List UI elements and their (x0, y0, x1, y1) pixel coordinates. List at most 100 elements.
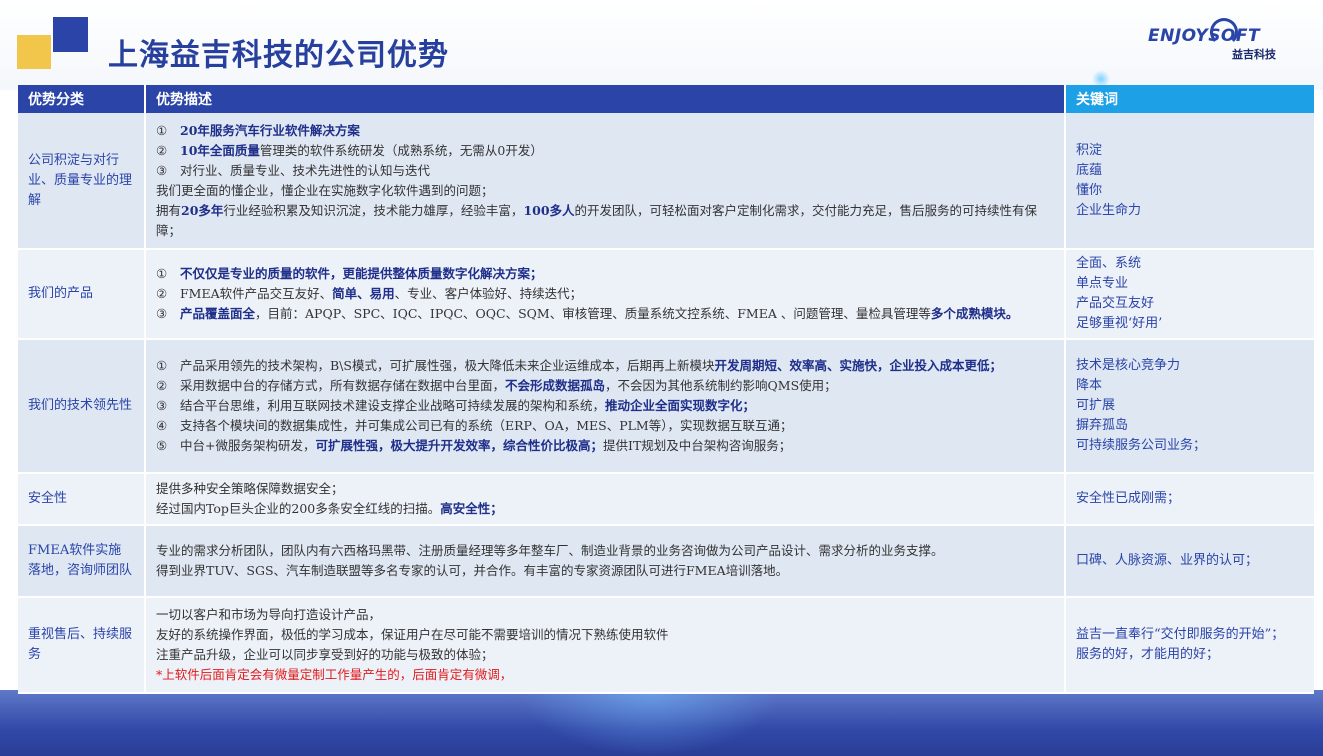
keyword: 单点专业 (1076, 276, 1129, 291)
description-text: ，目前：APQP、SPC、IQC、IPQC、OQC、SQM、审核管理、质量系统文… (255, 306, 931, 321)
advantages-table: 优势分类 优势描述 关键词 公司积淀与对行业、质量专业的理解 ① 20年服务汽车行业… (18, 85, 1314, 694)
highlight-text: 不会形成数据孤岛 (505, 378, 606, 393)
description-line: ② FMEA软件产品交互友好、简单、易用、专业、客户体验好、持续迭代； (156, 284, 1054, 304)
description-text: 提供IT规划及中台架构咨询服务； (603, 438, 792, 453)
description-line: ③ 产品覆盖面全，目前：APQP、SPC、IQC、IPQC、OQC、SQM、审核管… (156, 304, 1054, 324)
keyword: 益吉一直奉行“交付即服务的开始”； (1076, 627, 1285, 642)
keyword: 口碑、人脉资源、业界的认可； (1076, 553, 1259, 568)
description-text: 友好的系统操作界面，极低的学习成本，保证用户在尽可能不需要培训的情况下熟练使用软… (156, 627, 669, 642)
description-text: 管理类的软件系统研发（成熟系统，无需从0开发） (259, 142, 543, 158)
description-text: 支持各个模块间的数据集成性，并可集成公司已有的系统（ERP、OA，MES、PLM… (180, 418, 793, 433)
description-line: 专业的需求分析团队，团队内有六西格玛黑带、注册质量经理等多年整车厂、制造业背景的… (156, 541, 1054, 561)
table-row: 我们的技术领先性 ① 产品采用领先的技术架构，B\S模式，可扩展性强，极大降低未来企… (18, 339, 1314, 474)
keyword: 足够重视‘好用’ (1076, 316, 1163, 331)
keyword: 可持续服务公司业务； (1076, 438, 1207, 453)
description-line: ③ 对行业、质量专业、技术先进性的认知与迭代 (156, 161, 1054, 181)
description-cell: ① 20年服务汽车行业软件解决方案 ② 10年全面质量管理类的软件系统研发（成熟系统，… (145, 113, 1066, 250)
description-cell: 提供多种安全策略保障数据安全； 经过国内Top巨头企业的200多条安全红线的扫描。… (145, 473, 1066, 526)
highlight-text: 100多人 (523, 202, 575, 218)
category-cell: FMEA软件实施落地，咨询师团队 (18, 525, 146, 598)
description-line: 注重产品升级，企业可以同步享受到好的功能与极致的体验； (156, 645, 1054, 665)
list-marker: ② (156, 286, 168, 301)
description-text: 我们更全面的懂企业，懂企业在实施数字化软件遇到的问题； (156, 182, 494, 198)
description-cell: ① 不仅仅是专业的质量的软件，更能提供整体质量数字化解决方案； ② FMEA软件产品交… (145, 249, 1066, 340)
column-header-description: 优势描述 (145, 85, 1066, 113)
description-text: 中台+微服务架构研发， (180, 438, 316, 453)
description-line: 友好的系统操作界面，极低的学习成本，保证用户在尽可能不需要培训的情况下熟练使用软… (156, 625, 1054, 645)
keywords-cell: 安全性已成刚需； (1065, 473, 1314, 526)
highlight-text: 高安全性； (440, 501, 503, 516)
keywords-cell: 口碑、人脉资源、业界的认可； (1065, 525, 1314, 598)
description-text: 结合平台思维，利用互联网技术建设支撑企业战略可持续发展的架构和系统， (180, 398, 606, 413)
highlight-text: 不仅仅是专业的质量的软件，更能提供整体质量数字化解决方案； (180, 266, 543, 281)
highlight-text: 简单、易用 (332, 286, 395, 301)
keywords-cell: 益吉一直奉行“交付即服务的开始”； 服务的好，才能用的好； (1065, 597, 1314, 694)
list-marker: ② (156, 142, 168, 158)
category-cell: 公司积淀与对行业、质量专业的理解 (18, 113, 146, 250)
description-text: FMEA软件产品交互友好、 (180, 286, 333, 301)
highlight-text: 10年全面质量 (180, 142, 260, 158)
description-text: 、专业、客户体验好、持续迭代； (394, 286, 583, 301)
keyword: 积淀 (1076, 142, 1103, 158)
category-cell: 我们的产品 (18, 249, 146, 340)
page-title: 上海益吉科技的公司优势 (108, 38, 449, 73)
description-text: 注重产品升级，企业可以同步享受到好的功能与极致的体验； (156, 647, 494, 662)
description-text: 产品采用领先的技术架构，B\S模式，可扩展性强，极大降低未来企业运维成本，后期再… (180, 358, 715, 373)
highlight-text: 开发周期短、效率高、实施快，企业投入成本更低； (714, 358, 1002, 373)
description-cell: 一切以客户和市场为导向打造设计产品， 友好的系统操作界面，极低的学习成本，保证用户… (145, 597, 1066, 694)
description-line: ⑤ 中台+微服务架构研发，可扩展性强，极大提升开发效率，综合性价比极高；提供IT规… (156, 436, 1054, 456)
decor-square-yellow (17, 35, 51, 69)
list-marker: ⑤ (156, 438, 168, 453)
table-row: 重视售后、持续服务 一切以客户和市场为导向打造设计产品， 友好的系统操作界面，极低的… (18, 597, 1314, 694)
keyword: 安全性已成刚需； (1076, 491, 1181, 506)
keywords-cell: 全面、系统单点专业产品交互友好 足够重视‘好用’ (1065, 249, 1314, 340)
highlight-text: 推动企业全面实现数字化； (605, 398, 756, 413)
decor-square-blue (53, 17, 88, 52)
logo-subtitle: 益吉科技 (1232, 48, 1276, 61)
keyword: 懂你 (1076, 182, 1103, 198)
description-text: 采用数据中台的存储方式，所有数据存储在数据中台里面， (180, 378, 506, 393)
highlight-text: 20年服务汽车行业软件解决方案 (180, 122, 360, 138)
table-row: 我们的产品 ① 不仅仅是专业的质量的软件，更能提供整体质量数字化解决方案； ② FMEA… (18, 249, 1314, 340)
description-text: 行业经验积累及知识沉淀，技术能力雄厚，经验丰富， (223, 202, 524, 218)
description-text: 对行业、质量专业、技术先进性的认知与迭代 (180, 162, 431, 178)
description-line: 提供多种安全策略保障数据安全； (156, 479, 1054, 499)
keyword: 全面、系统 (1076, 256, 1142, 271)
column-header-category: 优势分类 (18, 85, 146, 113)
description-line: ① 不仅仅是专业的质量的软件，更能提供整体质量数字化解决方案； (156, 264, 1054, 284)
description-line: ① 产品采用领先的技术架构，B\S模式，可扩展性强，极大降低未来企业运维成本，后期… (156, 356, 1054, 376)
description-text: 经过国内Top巨头企业的200多条安全红线的扫描。 (156, 501, 441, 516)
keyword: 降本 (1076, 378, 1103, 393)
company-logo: ENJOYSOFT 益吉科技 (1148, 16, 1288, 62)
keyword: 服务的好，才能用的好； (1076, 647, 1220, 662)
description-line: ② 采用数据中台的存储方式，所有数据存储在数据中台里面，不会形成数据孤岛，不会因为… (156, 376, 1054, 396)
list-marker: ① (156, 266, 168, 281)
keyword: 技术是核心竞争力 (1076, 358, 1181, 373)
description-text: ，不会因为其他系统制约影响QMS使用； (605, 378, 837, 393)
table-header-row: 优势分类 优势描述 关键词 (18, 85, 1314, 113)
description-cell: ① 产品采用领先的技术架构，B\S模式，可扩展性强，极大降低未来企业运维成本，后期… (145, 339, 1066, 474)
description-line: 一切以客户和市场为导向打造设计产品， (156, 605, 1054, 625)
keywords-cell: 积淀 底蕴 懂你 企业生命力 (1065, 113, 1314, 250)
list-marker: ③ (156, 306, 168, 321)
highlight-text: 多个成熟模块。 (930, 306, 1019, 321)
list-marker: ② (156, 378, 168, 393)
description-text: 拥有 (156, 202, 182, 218)
keywords-cell: 技术是核心竞争力 降本 可扩展 摒弃孤岛 可持续服务公司业务； (1065, 339, 1314, 474)
description-text: 提供多种安全策略保障数据安全； (156, 481, 344, 496)
category-cell: 我们的技术领先性 (18, 339, 146, 474)
description-line: 得到业界TUV、SGS、汽车制造联盟等多名专家的认可，并合作。有丰富的专家资源团… (156, 561, 1054, 581)
description-line: ④ 支持各个模块间的数据集成性，并可集成公司已有的系统（ERP、OA，MES、PL… (156, 416, 1054, 436)
list-marker: ③ (156, 162, 168, 178)
description-line: 拥有20多年行业经验积累及知识沉淀，技术能力雄厚，经验丰富，100多人的开发团队… (156, 201, 1054, 241)
description-line: ① 20年服务汽车行业软件解决方案 (156, 121, 1054, 141)
highlight-text: 可扩展性强，极大提升开发效率，综合性价比极高； (315, 438, 603, 453)
keyword: 产品交互友好 (1076, 296, 1155, 311)
description-cell: 专业的需求分析团队，团队内有六西格玛黑带、注册质量经理等多年整车厂、制造业背景的… (145, 525, 1066, 598)
description-text: *上软件后面肯定会有微量定制工作量产生的，后面肯定有微调， (156, 667, 513, 682)
list-marker: ① (156, 358, 168, 373)
column-header-keywords: 关键词 (1065, 85, 1314, 113)
description-line: *上软件后面肯定会有微量定制工作量产生的，后面肯定有微调， (156, 665, 1054, 685)
table-row: 公司积淀与对行业、质量专业的理解 ① 20年服务汽车行业软件解决方案 ② 10年全面质量… (18, 113, 1314, 250)
keyword: 摒弃孤岛 (1076, 418, 1129, 433)
